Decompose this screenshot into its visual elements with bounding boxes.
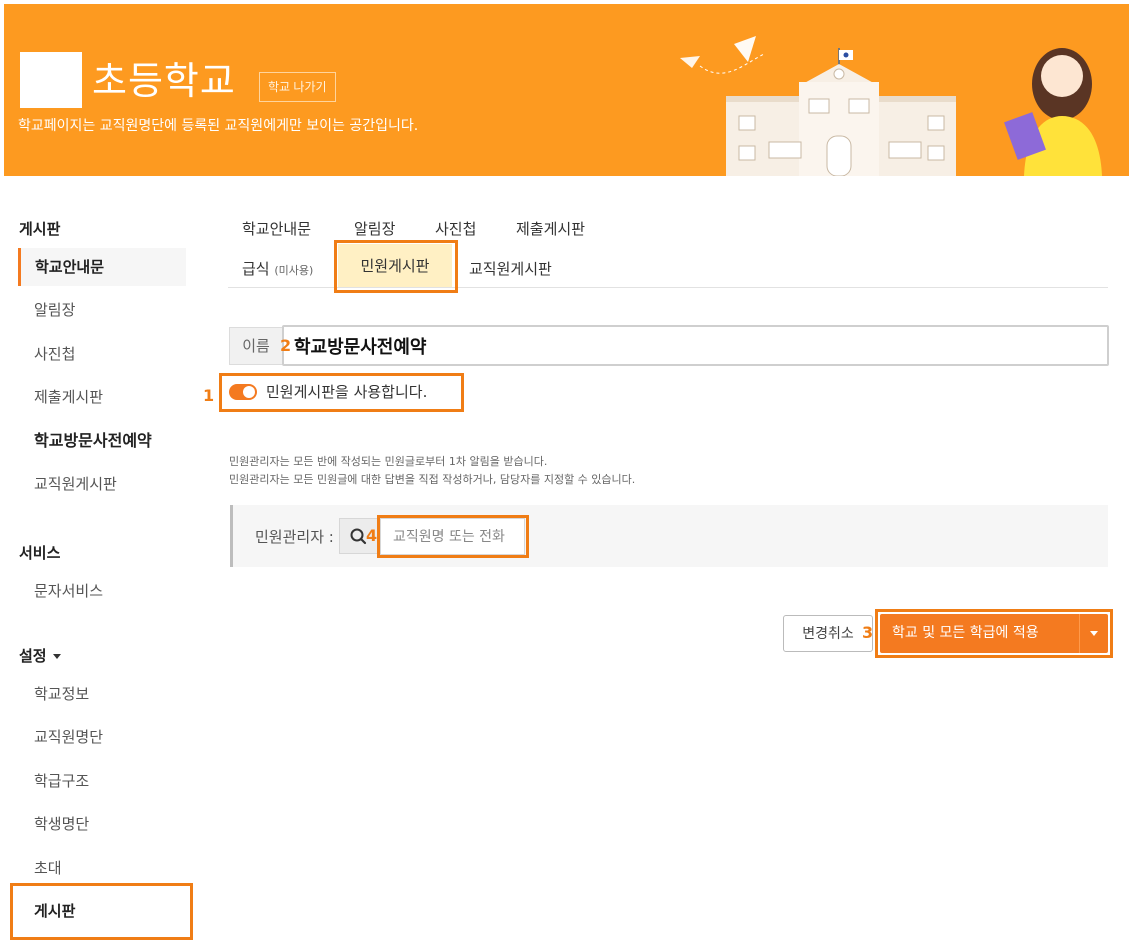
tabs-divider — [228, 287, 1108, 288]
tab-complaint-board[interactable]: 민원게시판 — [338, 244, 452, 288]
sidebar-item-photo-album[interactable]: 사진첩 — [18, 335, 186, 373]
caret-down-icon — [52, 654, 61, 659]
tab-meal-label: 급식 — [242, 260, 270, 278]
complaint-admin-label: 민원관리자 : — [255, 528, 334, 546]
settings-heading-label: 설정 — [19, 647, 47, 665]
sidebar: 게시판 학교안내문 알림장 사진첩 제출게시판 학교방문사전예약 교직원게시판 … — [0, 176, 200, 948]
sidebar-item-staff-board[interactable]: 교직원게시판 — [18, 465, 186, 503]
tab-submission-board[interactable]: 제출게시판 — [516, 218, 585, 239]
caret-down-icon[interactable] — [1090, 631, 1098, 636]
exit-school-button[interactable]: 학교 나가기 — [259, 72, 336, 102]
sidebar-item-sms-service[interactable]: 문자서비스 — [18, 572, 186, 610]
help-text-line2: 민원관리자는 모든 민원글에 대한 답변을 직접 작성하거나, 담당자를 지정할… — [229, 473, 636, 486]
tab-notice-board[interactable]: 알림장 — [354, 218, 395, 239]
sidebar-heading-settings[interactable]: 설정 — [19, 645, 61, 666]
tab-meal[interactable]: 급식 (미사용) — [242, 258, 313, 279]
banner-subtitle: 학교페이지는 교직원명단에 등록된 교직원에게만 보이는 공간입니다. — [18, 118, 419, 134]
sidebar-item-class-structure[interactable]: 학급구조 — [18, 762, 186, 800]
school-name: 초등학교 — [92, 59, 236, 103]
sidebar-item-student-list[interactable]: 학생명단 — [18, 805, 186, 843]
sidebar-item-board-settings[interactable]: 게시판 — [18, 892, 186, 930]
tab-meal-note: (미사용) — [274, 264, 314, 277]
sidebar-item-submission-board[interactable]: 제출게시판 — [18, 378, 186, 416]
sidebar-item-notice-board[interactable]: 알림장 — [18, 291, 186, 329]
apply-all-label: 학교 및 모든 학급에 적용 — [892, 625, 1039, 641]
tab-photo-album[interactable]: 사진첩 — [435, 218, 476, 239]
help-text-line1: 민원관리자는 모든 반에 작성되는 민원글로부터 1차 알림을 받습니다. — [229, 455, 548, 468]
name-field-label: 이름 — [229, 327, 283, 365]
staff-search-input[interactable] — [380, 518, 525, 555]
apply-split-divider — [1079, 614, 1080, 653]
board-name-input[interactable] — [282, 325, 1109, 366]
annotation-number-2: 2 — [280, 336, 292, 355]
tab-staff-board[interactable]: 교직원게시판 — [469, 258, 552, 279]
sidebar-item-staff-list[interactable]: 교직원명단 — [18, 718, 186, 756]
sidebar-item-visit-reservation[interactable]: 학교방문사전예약 — [18, 422, 186, 460]
tab-school-notice[interactable]: 학교안내문 — [242, 218, 311, 239]
annotation-number-3: 3 — [862, 623, 874, 642]
sidebar-heading-service: 서비스 — [19, 544, 61, 562]
school-illustration-icon — [680, 36, 1102, 176]
annotation-number-1: 1 — [203, 386, 215, 405]
school-logo — [20, 52, 82, 108]
sidebar-heading-board: 게시판 — [19, 220, 61, 238]
sidebar-item-invite[interactable]: 초대 — [18, 849, 186, 887]
enable-complaint-board-toggle[interactable] — [229, 384, 257, 400]
toggle-knob — [243, 386, 255, 398]
sidebar-item-school-info[interactable]: 학교정보 — [18, 675, 186, 713]
header-banner: 초등학교 학교 나가기 학교페이지는 교직원명단에 등록된 교직원에게만 보이는… — [4, 4, 1129, 176]
annotation-number-4: 4 — [366, 526, 378, 545]
sidebar-item-school-notice[interactable]: 학교안내문 — [18, 248, 186, 286]
apply-all-button[interactable]: 학교 및 모든 학급에 적용 — [880, 614, 1108, 653]
cancel-changes-button[interactable]: 변경취소 — [783, 615, 873, 652]
toggle-label: 민원게시판을 사용합니다. — [266, 383, 428, 401]
